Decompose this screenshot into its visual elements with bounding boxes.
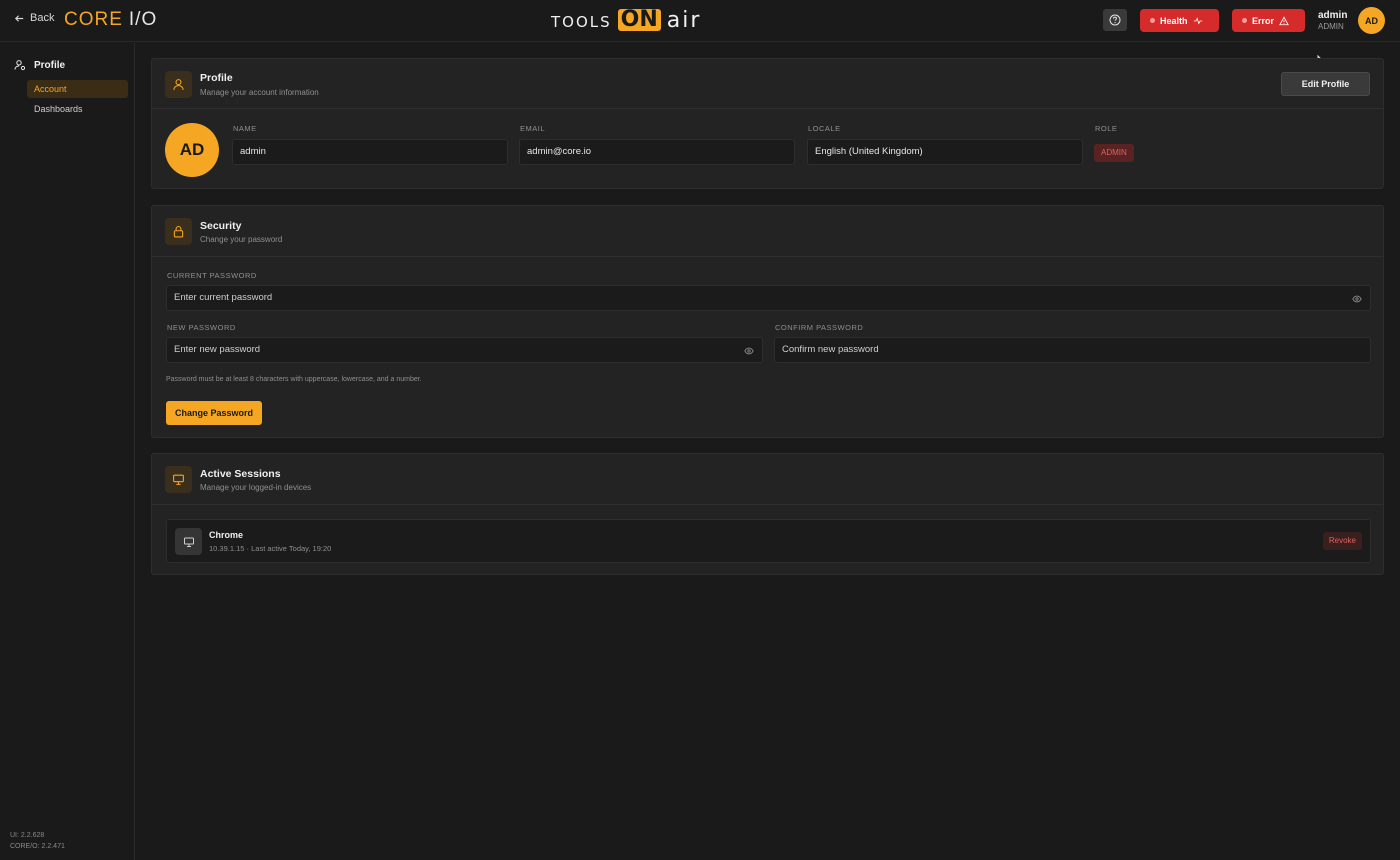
locale-field[interactable]: English (United Kingdom) [807,139,1083,165]
eye-icon[interactable] [1352,294,1362,304]
sidebar-section-label: Profile [34,59,66,71]
sessions-subtitle: Manage your logged-in devices [200,483,312,492]
status-dot-icon [1242,18,1247,23]
pulse-icon [1193,16,1202,25]
confirm-password-field[interactable]: Confirm new password [774,337,1371,363]
edit-profile-button[interactable]: Edit Profile [1281,72,1370,96]
sidebar-item-dashboards[interactable]: Dashboards [27,100,128,118]
role-badge: ADMIN [1094,144,1134,162]
version-info: UI: 2.2.628 CORE/O: 2.2.471 [10,830,65,852]
avatar: AD [165,123,219,177]
current-password-label: CURRENT PASSWORD [167,271,257,280]
new-password-label: NEW PASSWORD [167,323,236,332]
avatar[interactable]: AD [1358,7,1385,34]
name-label: NAME [233,124,257,133]
user-icon [165,71,192,98]
help-button[interactable] [1103,9,1127,31]
brand-air-text: air [666,7,702,33]
name-field[interactable]: admin [232,139,508,165]
new-password-placeholder: Enter new password [174,344,261,355]
sessions-card: Active Sessions Manage your logged-in de… [151,453,1384,575]
session-meta: 10.39.1.15 · Last active Today, 19:20 [209,544,332,553]
profile-card: Profile Manage your account information … [151,58,1384,189]
warning-icon [1279,15,1289,25]
help-icon [1109,14,1121,26]
user-role: ADMIN [1318,22,1344,31]
email-label: EMAIL [520,124,546,133]
sidebar-section-profile[interactable]: Profile [14,59,65,71]
security-title: Security [200,220,242,232]
ui-version: UI: 2.2.628 [10,832,45,839]
core-io-logo: CORE I/O [64,9,157,31]
profile-card-header: Profile Manage your account information … [152,59,1383,109]
brand-tools-text: TOOLS [551,7,612,33]
locale-label: LOCALE [808,124,841,133]
arrow-left-icon [14,14,24,22]
logo-io-text: I/O [128,9,158,30]
lock-icon [165,218,192,245]
security-card: Security Change your password CURRENT PA… [151,205,1384,438]
back-label: Back [30,12,55,24]
status-dot-icon [1150,18,1155,23]
profile-title: Profile [200,72,233,84]
user-name: admin [1318,10,1348,21]
role-label: ROLE [1095,124,1118,133]
security-subtitle: Change your password [200,235,283,244]
sidebar: Profile Account Dashboards UI: 2.2.628 C… [0,43,135,860]
tools-on-air-logo: TOOLS ON air [551,7,702,33]
core-version: CORE/O: 2.2.471 [10,843,65,850]
session-name: Chrome [209,530,244,540]
current-password-field[interactable]: Enter current password [166,285,1371,311]
health-label: Health [1160,15,1188,26]
confirm-password-label: CONFIRM PASSWORD [775,323,864,332]
error-status-button[interactable]: Error [1232,9,1305,32]
error-label: Error [1252,15,1275,26]
monitor-icon [165,466,192,493]
password-hint: Password must be at least 8 characters w… [166,376,422,383]
security-card-header: Security Change your password [152,206,1383,257]
sessions-title: Active Sessions [200,468,281,480]
brand-on-text: ON [617,9,661,31]
sidebar-item-account[interactable]: Account [27,80,128,98]
change-password-button[interactable]: Change Password [166,401,262,425]
current-password-placeholder: Enter current password [174,292,273,303]
email-field[interactable]: admin@core.io [519,139,795,165]
revoke-button[interactable]: Revoke [1322,532,1362,550]
confirm-password-placeholder: Confirm new password [782,344,879,355]
profile-subtitle: Manage your account information [200,88,319,97]
back-button[interactable]: Back [14,12,54,24]
eye-icon[interactable] [744,346,754,356]
new-password-field[interactable]: Enter new password [166,337,763,363]
user-info[interactable]: admin ADMIN [1318,10,1347,31]
health-status-button[interactable]: Health [1140,9,1219,32]
list-item: Chrome 10.39.1.15 · Last active Today, 1… [166,519,1371,563]
sessions-card-header: Active Sessions Manage your logged-in de… [152,454,1383,505]
top-bar: Back CORE I/O TOOLS ON air Health Error … [0,0,1400,42]
monitor-icon [175,528,202,555]
logo-core-text: CORE [64,9,123,30]
user-settings-icon [14,60,26,71]
